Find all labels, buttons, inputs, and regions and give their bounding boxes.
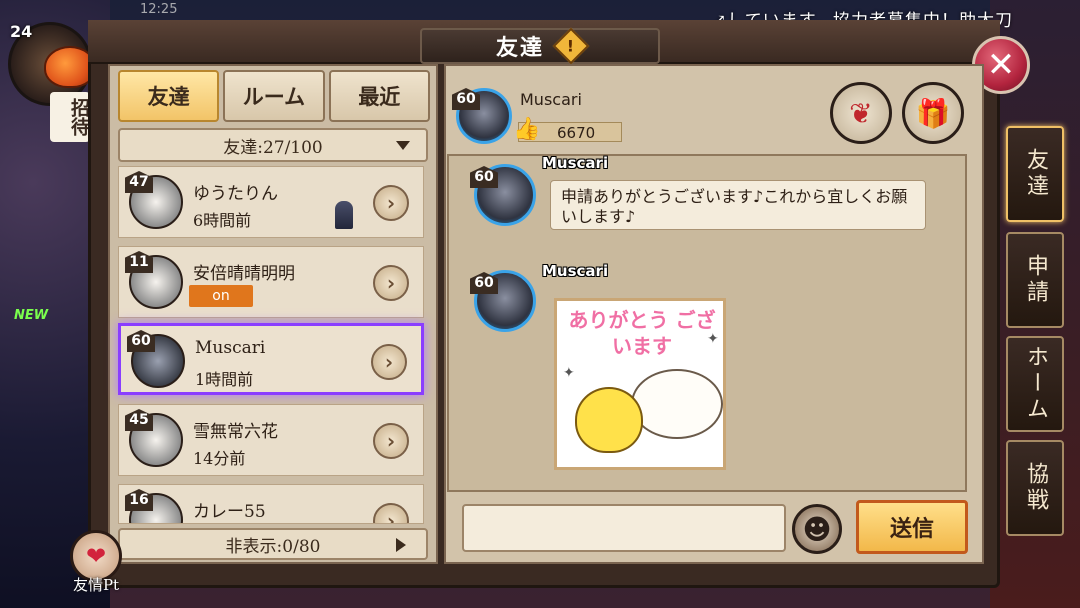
sticker-text: ありがとう ございます: [568, 308, 716, 358]
chevron-right-icon[interactable]: ›: [373, 503, 409, 523]
sparkle-icon: ✦: [563, 365, 575, 381]
tab-friends[interactable]: 友達: [118, 70, 220, 122]
friend-count-dropdown[interactable]: 友達:27/100: [118, 128, 428, 162]
emoji-button[interactable]: ☻: [792, 504, 842, 554]
chevron-down-icon: [396, 141, 410, 150]
friend-tabs: 友達 ルーム 最近: [118, 70, 430, 122]
hidden-count-label: 非表示:0/80: [225, 536, 321, 557]
chevron-right-icon[interactable]: ›: [373, 423, 409, 459]
message-sender: Muscari: [542, 154, 609, 172]
tab-recent[interactable]: 最近: [328, 70, 430, 122]
gift-red-icon[interactable]: ❦: [830, 82, 892, 144]
level-badge: 47: [125, 171, 153, 193]
likes-counter: 👍 6670: [513, 117, 622, 142]
last-seen: 14分前: [193, 449, 246, 468]
friend-name: 安倍晴晴明明: [193, 264, 295, 284]
friend-name: Muscari: [195, 338, 266, 358]
side-tab-coop[interactable]: 協戦: [1006, 440, 1064, 536]
list-item[interactable]: 11 安倍晴晴明明 on ›: [118, 246, 424, 318]
level-badge: 16: [125, 489, 153, 511]
chick-character: [575, 387, 643, 453]
chat-input[interactable]: [462, 504, 786, 552]
friend-pt-label: 友情Pt: [72, 576, 120, 594]
message-sender: Muscari: [542, 262, 609, 280]
hidden-count-button[interactable]: 非表示:0/80: [118, 528, 428, 560]
gift-bag-icon[interactable]: 🎁: [902, 82, 964, 144]
friend-count-label: 友達:27/100: [223, 137, 323, 158]
side-tab-friends[interactable]: 友達: [1006, 126, 1064, 222]
panel-title-text: 友達: [495, 35, 544, 61]
face-icon: ☻: [802, 512, 832, 546]
info-icon[interactable]: !: [552, 27, 590, 65]
sticker-message: ありがとう ございます ✦ ✦: [554, 298, 726, 470]
list-item-selected[interactable]: 60 Muscari 1時間前 ›: [118, 323, 424, 395]
chess-piece-icon: [335, 201, 353, 229]
friend-pt-button[interactable]: ❤ 友情Pt: [66, 530, 126, 600]
send-button[interactable]: 送信: [856, 500, 968, 554]
status-bar-time: 12:25: [140, 2, 178, 17]
friend-name: 雪無常六花: [193, 422, 278, 442]
sparkle-icon: ✦: [707, 331, 719, 347]
side-tab-requests[interactable]: 申請: [1006, 232, 1064, 328]
chevron-right-icon[interactable]: ›: [371, 344, 407, 380]
panel-title: 友達 !: [420, 27, 660, 65]
chevron-right-icon[interactable]: ›: [373, 185, 409, 221]
message-bubble: 申請ありがとうございます♪これから宜しくお願いします♪: [550, 180, 926, 230]
friend-name: カレー55: [193, 502, 266, 522]
last-seen: 6時間前: [193, 211, 252, 230]
invite-label: 招待: [50, 92, 90, 142]
player-level: 24: [10, 22, 33, 41]
tab-room[interactable]: ルーム: [223, 70, 325, 122]
list-item[interactable]: 16 カレー55 ›: [118, 484, 424, 524]
side-tab-home[interactable]: ホーム: [1006, 336, 1064, 432]
thumbs-up-icon: 👍: [513, 117, 541, 142]
list-item[interactable]: 45 雪無常六花 14分前 ›: [118, 404, 424, 476]
chat-partner-name: Muscari: [520, 90, 582, 109]
play-arrow-icon: [396, 538, 406, 552]
likes-value: 6670: [557, 124, 596, 142]
new-tag: NEW: [14, 308, 49, 323]
level-badge: 45: [125, 409, 153, 431]
close-icon: ✕: [986, 45, 1016, 85]
last-seen: 1時間前: [195, 370, 254, 389]
list-item[interactable]: 47 ゆうたりん 6時間前 ›: [118, 166, 424, 238]
level-badge: 60: [127, 330, 155, 352]
seal-character: [631, 369, 723, 439]
chevron-right-icon[interactable]: ›: [373, 265, 409, 301]
online-badge: on: [189, 285, 253, 307]
level-badge: 11: [125, 251, 153, 273]
friend-name: ゆうたりん: [193, 184, 278, 204]
